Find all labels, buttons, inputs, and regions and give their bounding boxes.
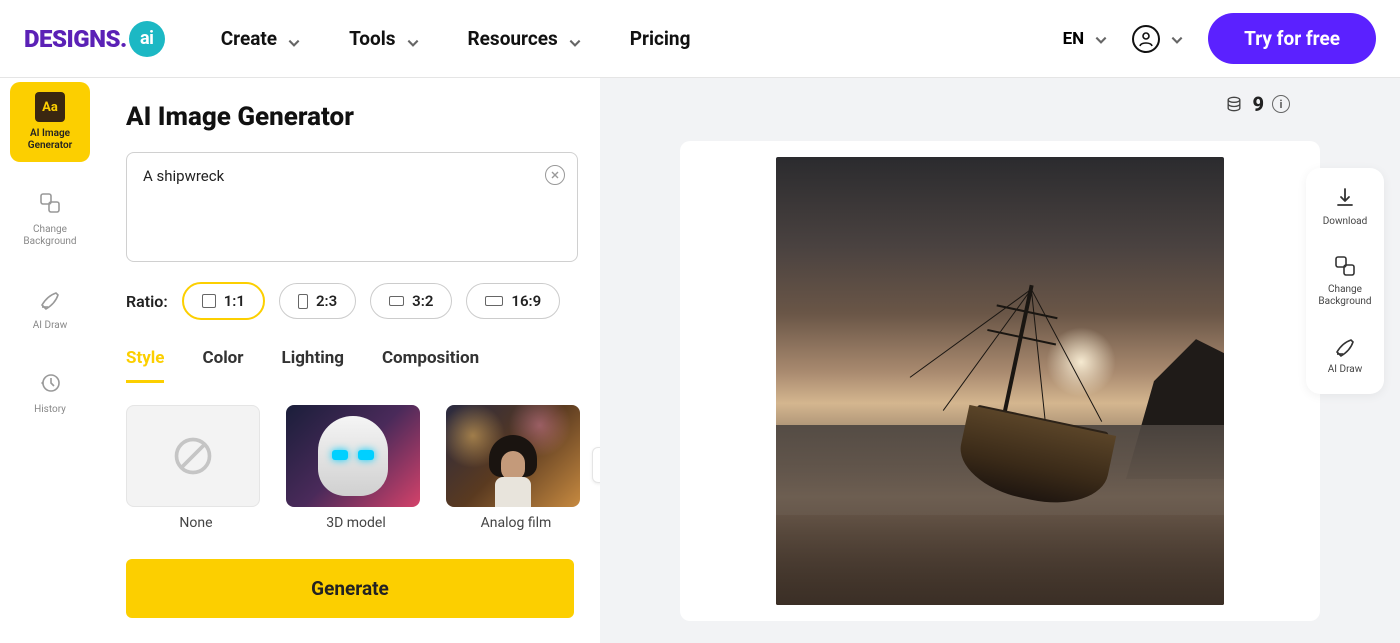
generate-button[interactable]: Generate: [126, 559, 574, 618]
rb-label: Change Background: [1312, 284, 1378, 308]
robot-illustration: [318, 416, 388, 496]
ratio-2-3[interactable]: 2:3: [279, 283, 356, 319]
canvas-area: 9 i: [600, 78, 1400, 643]
try-for-free-button[interactable]: Try for free: [1208, 13, 1376, 64]
pen-icon: [35, 284, 65, 314]
person-illustration: [485, 435, 541, 507]
options-tabs: Style Color Lighting Composition: [126, 348, 600, 383]
logo-badge: ai: [129, 21, 165, 57]
right-toolbar: Download Change Background AI Draw: [1306, 168, 1384, 394]
sidebar-item-ai-image-generator[interactable]: Aa AI Image Generator: [10, 82, 90, 162]
prompt-box[interactable]: [126, 152, 578, 262]
sidebar-label: History: [34, 404, 66, 416]
style-thumb: [126, 405, 260, 507]
nav-pricing[interactable]: Pricing: [630, 27, 691, 50]
sidebar-item-ai-draw[interactable]: AI Draw: [10, 274, 90, 342]
nav-create[interactable]: Create: [221, 27, 301, 50]
canvas-card: [680, 141, 1320, 621]
wide-icon: [485, 296, 503, 306]
style-thumb: [286, 405, 420, 507]
control-panel: AI Image Generator Ratio: 1:1 2:3 3:2: [100, 78, 600, 643]
sidebar-label: AI Image Generator: [14, 128, 86, 152]
chevron-down-icon: [1170, 32, 1184, 46]
styles-row: None 3D model Analog film: [126, 405, 600, 531]
chevron-down-icon: [568, 32, 582, 46]
nav-label: Tools: [349, 27, 395, 50]
style-label: None: [126, 515, 266, 531]
ai-draw-button[interactable]: AI Draw: [1312, 334, 1378, 376]
generate-wrap: Generate: [126, 559, 600, 618]
sidebar: Aa AI Image Generator Change Background …: [0, 78, 100, 643]
chevron-down-icon: [406, 32, 420, 46]
logo-text: DESIGNS.: [24, 25, 127, 53]
swap-icon: [35, 188, 65, 218]
clear-prompt-button[interactable]: [545, 165, 565, 185]
tab-style[interactable]: Style: [126, 348, 164, 383]
download-icon: [1333, 186, 1357, 210]
nav-tools[interactable]: Tools: [349, 27, 419, 50]
style-none[interactable]: None: [126, 405, 266, 531]
logo[interactable]: DESIGNS. ai: [24, 21, 165, 57]
credits-indicator[interactable]: 9 i: [1224, 92, 1290, 116]
download-button[interactable]: Download: [1312, 186, 1378, 228]
info-icon[interactable]: i: [1272, 95, 1290, 113]
style-label: Analog film: [446, 515, 586, 531]
style-thumb: [446, 405, 580, 507]
credits-count: 9: [1252, 92, 1264, 116]
avatar-icon: [1132, 25, 1160, 53]
square-icon: [202, 294, 216, 308]
header: DESIGNS. ai Create Tools Resources Prici…: [0, 0, 1400, 78]
language-selector[interactable]: EN: [1063, 29, 1109, 49]
coins-icon: [1224, 94, 1244, 114]
rb-label: Download: [1323, 216, 1368, 228]
lang-label: EN: [1063, 29, 1085, 49]
tab-lighting[interactable]: Lighting: [282, 348, 344, 383]
chevron-down-icon: [287, 32, 301, 46]
history-icon: [35, 368, 65, 398]
text-style-icon: Aa: [35, 92, 65, 122]
main: Aa AI Image Generator Change Background …: [0, 78, 1400, 643]
sidebar-label: Change Background: [14, 224, 86, 248]
main-nav: Create Tools Resources Pricing: [221, 27, 691, 50]
page-title: AI Image Generator: [126, 102, 600, 132]
style-label: 3D model: [286, 515, 426, 531]
ratio-row: Ratio: 1:1 2:3 3:2 16:9: [126, 282, 600, 320]
nav-resources[interactable]: Resources: [468, 27, 582, 50]
chevron-down-icon: [1094, 32, 1108, 46]
ratio-3-2[interactable]: 3:2: [370, 283, 452, 319]
ratio-16-9[interactable]: 16:9: [466, 283, 560, 319]
tab-color[interactable]: Color: [202, 348, 243, 383]
pen-icon: [1333, 334, 1357, 358]
swap-icon: [1333, 254, 1357, 278]
ratio-text: 2:3: [316, 292, 337, 310]
account-menu[interactable]: [1132, 25, 1184, 53]
style-3d-model[interactable]: 3D model: [286, 405, 426, 531]
nav-label: Resources: [468, 27, 558, 50]
sidebar-label: AI Draw: [33, 320, 67, 332]
portrait-icon: [298, 294, 308, 309]
landscape-icon: [389, 296, 404, 306]
ratio-1-1[interactable]: 1:1: [182, 282, 265, 320]
prompt-input[interactable]: [143, 167, 519, 203]
style-analog-film[interactable]: Analog film: [446, 405, 586, 531]
header-right: EN Try for free: [1063, 13, 1376, 64]
generated-image[interactable]: [776, 157, 1224, 605]
nav-label: Create: [221, 27, 277, 50]
sidebar-item-change-background[interactable]: Change Background: [10, 178, 90, 258]
rb-label: AI Draw: [1328, 364, 1362, 376]
ratio-text: 16:9: [511, 292, 541, 310]
ratio-text: 1:1: [224, 292, 245, 310]
change-background-button[interactable]: Change Background: [1312, 254, 1378, 308]
none-icon: [171, 434, 215, 478]
ratio-label: Ratio:: [126, 292, 168, 311]
sidebar-item-history[interactable]: History: [10, 358, 90, 426]
nav-label: Pricing: [630, 27, 691, 50]
tab-composition[interactable]: Composition: [382, 348, 479, 383]
ratio-text: 3:2: [412, 292, 433, 310]
